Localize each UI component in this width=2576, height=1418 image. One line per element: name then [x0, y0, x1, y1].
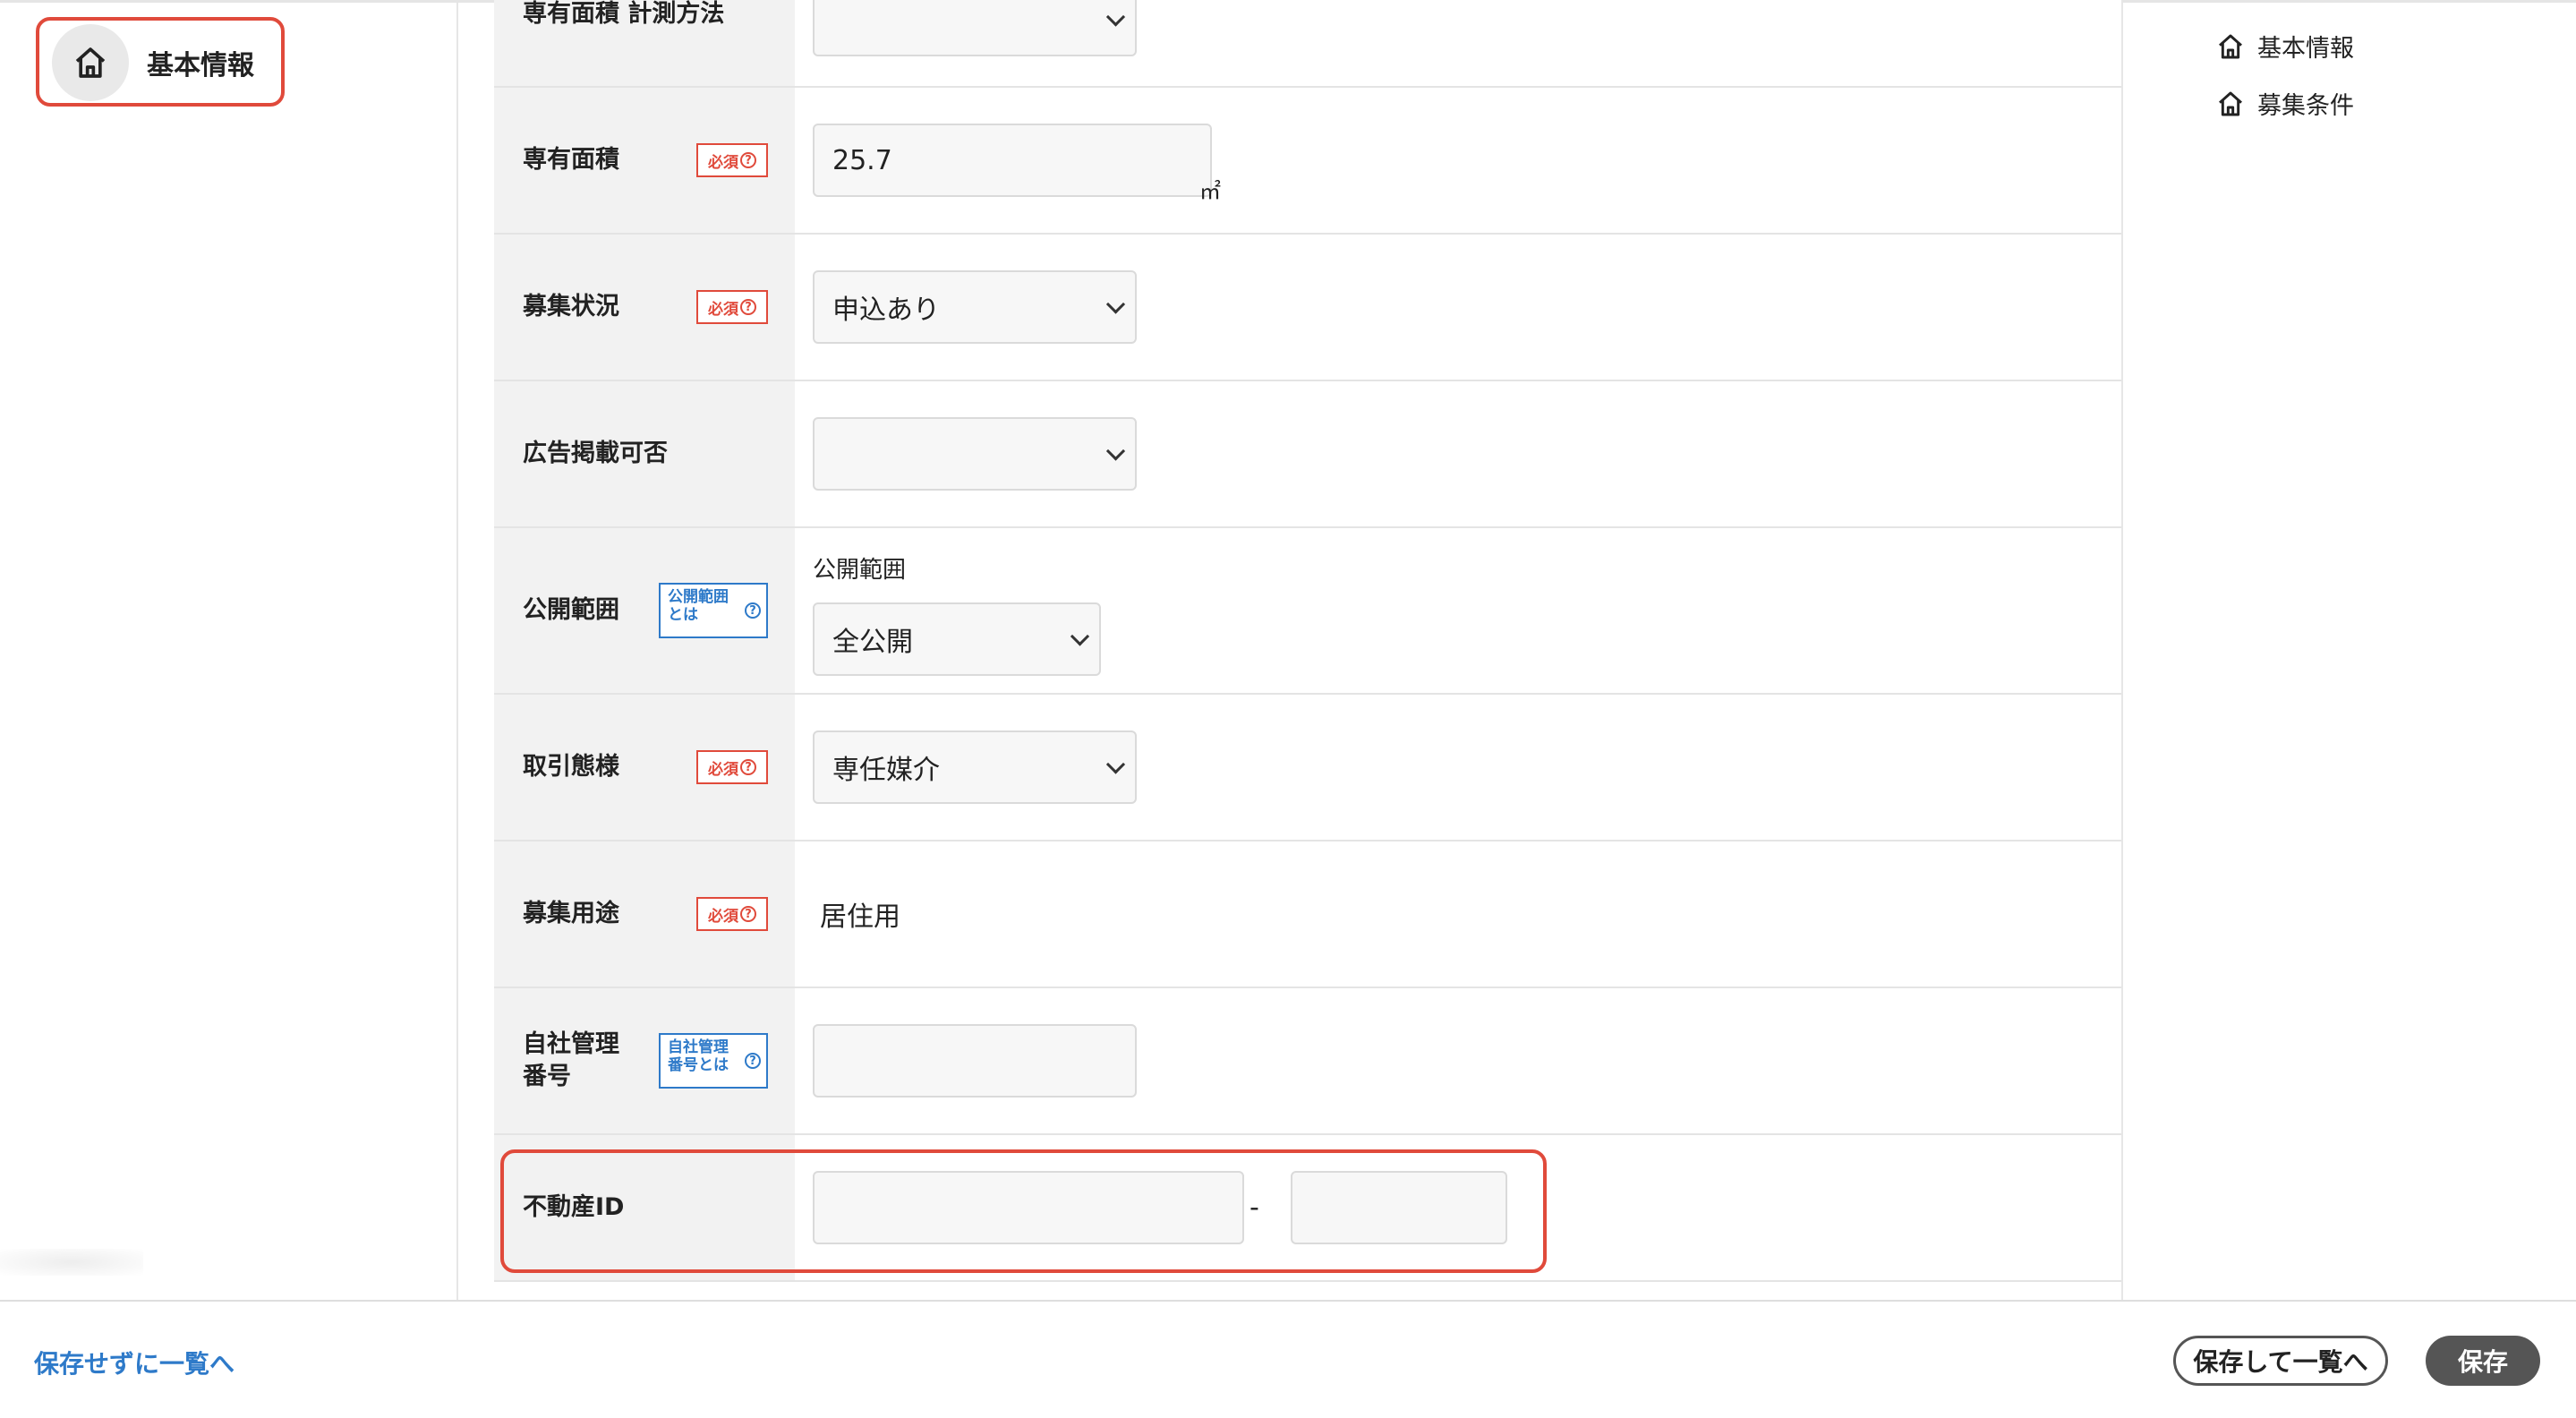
back-without-saving-link[interactable]: 保存せずに一覧へ [34, 1345, 235, 1380]
field-cell [795, 0, 2121, 86]
toc-item-basic-info[interactable]: 基本情報 [2216, 29, 2354, 64]
required-badge-label: 必須 [708, 907, 738, 926]
field-cell [795, 381, 2121, 526]
form-row-property-id: 不動産ID - [494, 1135, 2121, 1282]
toc-item-label: 募集条件 [2257, 92, 2354, 120]
left-sidebar: 基本情報 [0, 3, 458, 1300]
form-row-mgmt-number: 自社管理番号 自社管理番号とは? [494, 988, 2121, 1135]
label-cell: 自社管理番号 自社管理番号とは? [494, 988, 795, 1133]
field-cell: 専任媒介 [795, 695, 2121, 840]
field-label: 専有面積 [523, 146, 619, 174]
field-label: 公開範囲 [523, 596, 619, 624]
home-icon [52, 24, 129, 101]
select-value: 申込あり [832, 295, 940, 326]
chevron-down-icon [1105, 441, 1126, 461]
nav-item-basic-info[interactable]: 基本情報 [52, 24, 254, 101]
transaction-select[interactable]: 専任媒介 [813, 730, 1137, 804]
field-label: 募集状況 [523, 293, 619, 320]
footer-bar: 保存せずに一覧へ 保存して一覧へ 保存 [0, 1300, 2576, 1418]
usage-value: 居住用 [820, 901, 900, 933]
info-badge-label: 公開範囲とは [668, 588, 729, 624]
mgmt-number-input[interactable] [813, 1024, 1137, 1098]
property-form: 専有面積 計測方法 専有面積 必須? 25.7 ㎡ 募集状況 必須? 申込あり … [494, 0, 2121, 1282]
field-label: 自社管理番号 [523, 1030, 619, 1090]
chevron-down-icon [1105, 7, 1126, 27]
select-value: 専任媒介 [832, 755, 940, 786]
field-label: 不動産ID [523, 1193, 625, 1221]
field-cell: 居住用 [795, 841, 2121, 987]
field-cell: 申込あり [795, 235, 2121, 380]
required-badge-label: 必須 [708, 760, 738, 779]
form-right-border [2121, 0, 2123, 1300]
home-icon [2219, 91, 2242, 115]
input-value: 25.7 [832, 144, 892, 176]
form-row-area: 専有面積 必須? 25.7 ㎡ [494, 88, 2121, 235]
info-badge[interactable]: 自社管理番号とは? [659, 1033, 768, 1089]
question-circle-icon: ? [740, 759, 756, 775]
form-row-visibility: 公開範囲 公開範囲とは? 公開範囲 全公開 [494, 528, 2121, 695]
label-cell: 専有面積 計測方法 [494, 0, 795, 86]
form-row-transaction: 取引態様 必須? 専任媒介 [494, 695, 2121, 841]
required-badge[interactable]: 必須? [696, 290, 768, 324]
required-badge-label: 必須 [708, 153, 738, 172]
question-circle-icon: ? [740, 906, 756, 922]
visibility-select[interactable]: 全公開 [813, 602, 1101, 676]
form-row-usage: 募集用途 必須? 居住用 [494, 841, 2121, 988]
field-cell [795, 988, 2121, 1133]
save-and-list-button[interactable]: 保存して一覧へ [2173, 1336, 2388, 1386]
field-cell: 公開範囲 全公開 [795, 528, 2121, 693]
required-badge[interactable]: 必須? [696, 143, 768, 177]
form-row-ad: 広告掲載可否 [494, 381, 2121, 528]
label-cell: 募集状況 必須? [494, 235, 795, 380]
field-cell: 25.7 ㎡ [795, 88, 2121, 233]
ad-select[interactable] [813, 417, 1137, 491]
field-label: 取引態様 [523, 753, 619, 781]
area-input[interactable]: 25.7 [813, 124, 1212, 197]
chevron-down-icon [1105, 295, 1126, 314]
property-id-input-1[interactable] [813, 1171, 1244, 1244]
label-cell: 取引態様 必須? [494, 695, 795, 840]
save-button[interactable]: 保存 [2426, 1336, 2540, 1386]
field-label: 専有面積 計測方法 [523, 0, 725, 28]
label-cell: 広告掲載可否 [494, 381, 795, 526]
required-badge[interactable]: 必須? [696, 897, 768, 931]
home-icon [2219, 34, 2242, 58]
label-cell: 専有面積 必須? [494, 88, 795, 233]
nav-item-label: 基本情報 [147, 50, 254, 81]
field-cell: - [795, 1135, 2121, 1280]
question-circle-icon: ? [745, 1053, 761, 1069]
sidebar-shadow [0, 1249, 143, 1276]
status-select[interactable]: 申込あり [813, 270, 1137, 344]
label-cell: 不動産ID [494, 1135, 795, 1280]
toc-item-label: 基本情報 [2257, 35, 2354, 63]
label-cell: 公開範囲 公開範囲とは? [494, 528, 795, 693]
question-circle-icon: ? [740, 152, 756, 168]
required-badge-label: 必須 [708, 300, 738, 319]
chevron-down-icon [1070, 627, 1090, 646]
required-badge[interactable]: 必須? [696, 750, 768, 784]
info-badge[interactable]: 公開範囲とは? [659, 583, 768, 638]
field-label: 広告掲載可否 [523, 440, 668, 467]
area-method-select[interactable] [813, 0, 1137, 56]
label-cell: 募集用途 必須? [494, 841, 795, 987]
question-circle-icon: ? [745, 602, 761, 619]
separator: - [1250, 1192, 1259, 1224]
select-value: 全公開 [832, 627, 913, 658]
form-row-status: 募集状況 必須? 申込あり [494, 235, 2121, 381]
sub-label: 公開範囲 [813, 557, 907, 584]
info-badge-label: 自社管理番号とは [668, 1038, 729, 1074]
chevron-down-icon [1105, 755, 1126, 774]
form-row-area-method: 専有面積 計測方法 [494, 0, 2121, 88]
toc-item-recruitment[interactable]: 募集条件 [2216, 86, 2354, 121]
unit-label: ㎡ [1199, 179, 1221, 204]
question-circle-icon: ? [740, 299, 756, 315]
property-id-input-2[interactable] [1291, 1171, 1507, 1244]
field-label: 募集用途 [523, 900, 619, 927]
